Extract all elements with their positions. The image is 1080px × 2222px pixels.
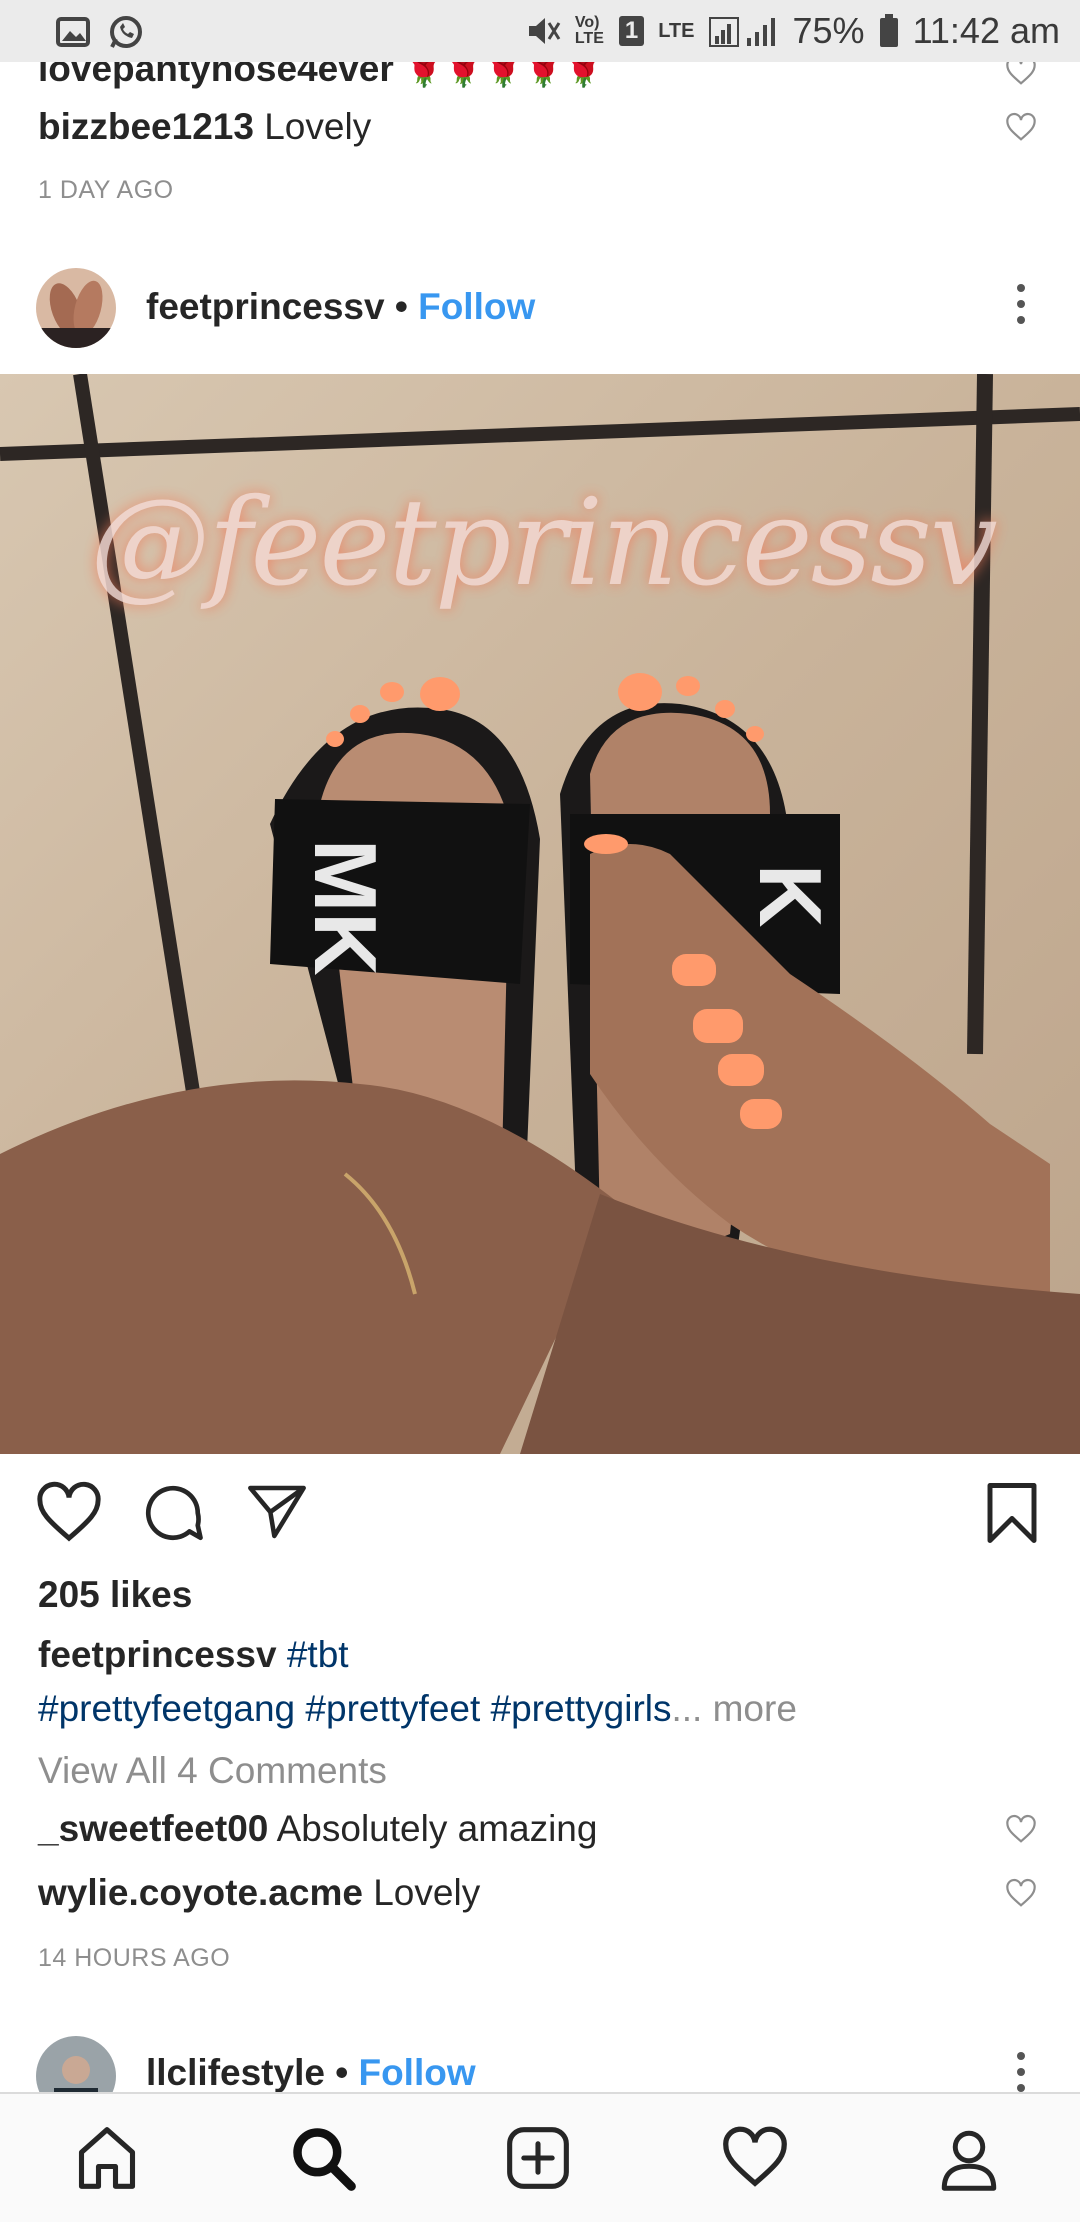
follow-button[interactable]: Follow — [358, 2052, 475, 2092]
comment-row: _sweetfeet00 Absolutely amazing — [38, 1808, 1042, 1850]
prev-post-timestamp: 1 DAY AGO — [38, 176, 174, 204]
separator-dot: • — [335, 2052, 349, 2092]
lte-label: LTE — [658, 19, 695, 42]
activity-heart-icon[interactable] — [720, 2124, 790, 2195]
whatsapp-icon — [108, 14, 144, 50]
bottom-navigation — [0, 2092, 1080, 2222]
search-icon[interactable] — [288, 2124, 358, 2197]
mute-icon — [527, 15, 561, 47]
post-image[interactable]: MK K @feetprincessv — [0, 374, 1080, 1454]
save-bookmark-icon[interactable] — [984, 1480, 1040, 1551]
caption-username[interactable]: feetprincessv — [38, 1634, 277, 1675]
battery-icon — [879, 14, 899, 48]
more-options-icon[interactable] — [1016, 2052, 1026, 2092]
hashtag[interactable]: #tbt — [287, 1634, 349, 1675]
comment-text: Lovely — [373, 1872, 481, 1913]
home-icon[interactable] — [72, 2124, 142, 2197]
caption-line-1: feetprincessv #tbt — [38, 1634, 349, 1676]
separator-dot: • — [394, 286, 408, 327]
like-comment-heart-icon[interactable] — [1004, 1814, 1038, 1849]
prev-comment: bizzbee1213 Lovely — [38, 106, 1042, 148]
more-options-icon[interactable] — [1016, 284, 1026, 324]
add-post-icon[interactable] — [504, 2124, 572, 2197]
signal-icon — [708, 14, 779, 48]
sim-slot-badge: 1 — [618, 16, 645, 46]
post-header: llclifestyle • Follow — [146, 2052, 476, 2092]
share-paper-plane-icon[interactable] — [244, 1480, 310, 1549]
follow-button[interactable]: Follow — [418, 286, 535, 327]
prev-comment-user[interactable]: lovepantyhose4ever — [38, 62, 394, 89]
like-comment-heart-icon[interactable] — [1004, 112, 1038, 147]
profile-icon[interactable] — [936, 2124, 1002, 2197]
more-link[interactable]: more — [713, 1688, 797, 1729]
battery-percent: 75% — [792, 10, 865, 51]
svg-text:K: K — [741, 864, 840, 928]
like-heart-icon[interactable] — [34, 1480, 104, 1549]
like-count[interactable]: 205 likes — [38, 1574, 192, 1616]
post-header: feetprincessv • Follow — [146, 286, 535, 328]
gallery-notification-icon — [56, 17, 90, 47]
comment-username[interactable]: wylie.coyote.acme — [38, 1872, 363, 1913]
volte-icon: Vo) LTE — [574, 14, 604, 47]
comment-text: Absolutely amazing — [276, 1808, 598, 1849]
ellipsis: ... — [671, 1688, 703, 1729]
like-comment-heart-icon[interactable] — [1004, 62, 1038, 91]
caption-line-2: #prettyfeetgang #prettyfeet #prettygirls… — [38, 1688, 797, 1730]
post-username[interactable]: feetprincessv — [146, 286, 385, 327]
status-bar: Vo) LTE 1 LTE 75% 11:42 am — [0, 0, 1080, 62]
prev-comment-partial: lovepantyhose4ever 🌹🌹🌹🌹🌹 — [38, 62, 1042, 90]
photo-watermark: @feetprincessv — [90, 474, 998, 613]
post-actions — [0, 1480, 1080, 1580]
feed[interactable]: lovepantyhose4ever 🌹🌹🌹🌹🌹 bizzbee1213 Lov… — [0, 62, 1080, 2092]
comment-username[interactable]: bizzbee1213 — [38, 106, 254, 147]
like-comment-heart-icon[interactable] — [1004, 1878, 1038, 1913]
avatar[interactable] — [36, 268, 116, 348]
prev-comment-emojis: 🌹🌹🌹🌹🌹 — [404, 62, 604, 88]
avatar[interactable] — [36, 2036, 116, 2092]
clock: 11:42 am — [912, 10, 1060, 51]
post-username[interactable]: llclifestyle — [146, 2052, 325, 2092]
hashtags[interactable]: #prettyfeetgang #prettyfeet #prettygirls — [38, 1688, 671, 1729]
svg-text:MK: MK — [296, 839, 395, 976]
comment-bubble-icon[interactable] — [140, 1480, 206, 1551]
post-timestamp: 14 HOURS AGO — [38, 1944, 231, 1972]
comment-username[interactable]: _sweetfeet00 — [38, 1808, 268, 1849]
view-all-comments-link[interactable]: View All 4 Comments — [38, 1750, 387, 1792]
comment-row: wylie.coyote.acme Lovely — [38, 1872, 1042, 1914]
comment-text: Lovely — [264, 106, 372, 147]
